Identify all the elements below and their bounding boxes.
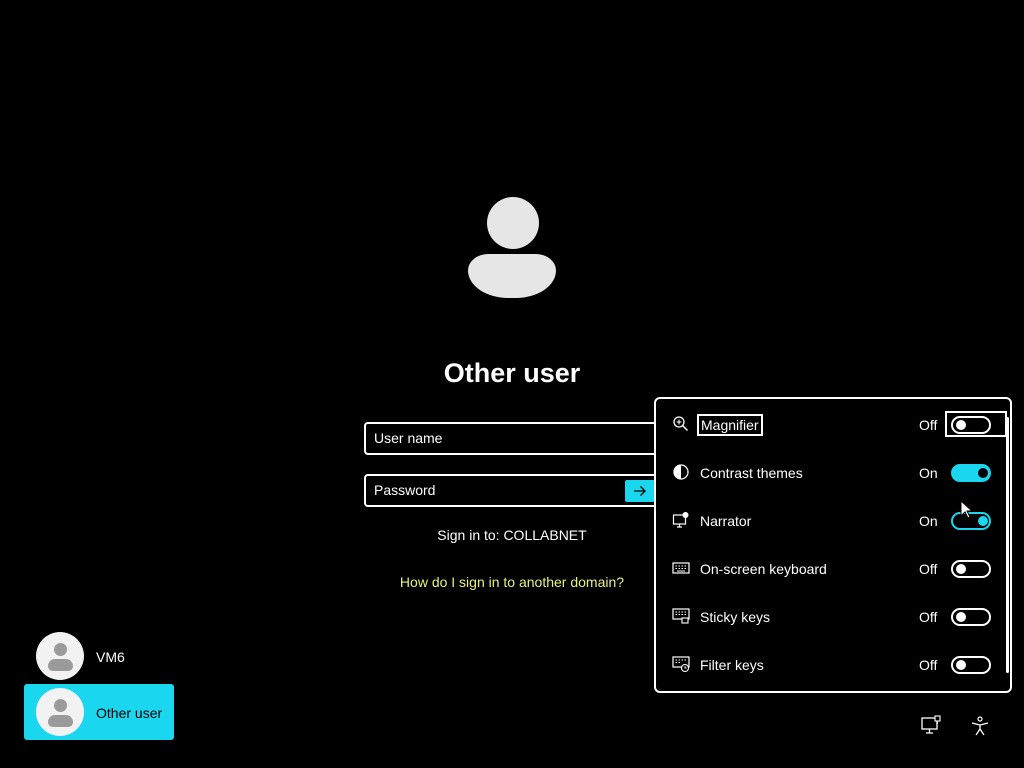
a11y-item-sticky-keys[interactable]: Sticky keys Off: [656, 593, 1010, 641]
a11y-item-state: Off: [919, 561, 938, 577]
contrast-themes-toggle[interactable]: [951, 464, 991, 482]
a11y-item-contrast-themes[interactable]: Contrast themes On: [656, 449, 1010, 497]
filter-keys-icon: [672, 656, 690, 673]
network-icon[interactable]: [920, 715, 942, 737]
password-field[interactable]: Password: [364, 474, 658, 507]
password-placeholder: Password: [374, 482, 436, 498]
arrow-right-icon: [634, 486, 646, 496]
sticky-keys-toggle[interactable]: [951, 608, 991, 626]
user-name: Other user: [96, 705, 163, 721]
contrast-icon: [673, 464, 689, 480]
username-placeholder: User name: [374, 430, 443, 446]
a11y-item-filter-keys[interactable]: Filter keys Off: [656, 641, 1010, 689]
sign-in-domain-text: Sign in to: COLLABNET: [437, 527, 587, 543]
a11y-item-state: On: [919, 513, 938, 529]
avatar: [36, 632, 84, 680]
keyboard-icon: [672, 562, 690, 574]
avatar: [36, 688, 84, 736]
accessibility-icon[interactable]: [969, 715, 991, 737]
a11y-item-magnifier[interactable]: Magnifier Off: [656, 401, 1010, 449]
accessibility-flyout: Magnifier Off Contrast themes On Narrato…: [654, 397, 1012, 693]
mouse-cursor-icon: [960, 500, 974, 519]
a11y-item-label: On-screen keyboard: [700, 561, 827, 577]
a11y-item-label: Narrator: [700, 513, 752, 529]
filter-keys-toggle[interactable]: [951, 656, 991, 674]
lock-screen: Other user User name Password Sign in to…: [0, 0, 1024, 768]
a11y-item-state: Off: [919, 609, 938, 625]
a11y-item-label: Sticky keys: [700, 609, 771, 625]
a11y-item-label: Contrast themes: [700, 465, 803, 481]
a11y-item-state: Off: [919, 657, 938, 673]
page-title: Other user: [443, 358, 581, 388]
user-tile-vm6[interactable]: VM6: [24, 628, 174, 684]
a11y-item-label: Filter keys: [700, 657, 764, 673]
a11y-item-state: On: [919, 465, 938, 481]
on-screen-keyboard-toggle[interactable]: [951, 560, 991, 578]
magnifier-toggle[interactable]: [951, 416, 991, 434]
a11y-item-narrator[interactable]: Narrator On: [656, 497, 1010, 545]
user-avatar: [462, 192, 562, 302]
flyout-scrollbar[interactable]: [1006, 417, 1009, 673]
other-domain-link[interactable]: How do I sign in to another domain?: [362, 574, 662, 590]
submit-button[interactable]: [625, 480, 655, 502]
a11y-item-on-screen-keyboard[interactable]: On-screen keyboard Off: [656, 545, 1010, 593]
a11y-item-label: Magnifier: [697, 414, 763, 436]
user-tile-other-user[interactable]: Other user: [24, 684, 174, 740]
a11y-item-state: Off: [919, 417, 938, 433]
username-field[interactable]: User name: [364, 422, 658, 455]
sticky-keys-icon: [672, 608, 690, 624]
magnifier-icon: [673, 416, 689, 432]
narrator-icon: [672, 512, 689, 528]
user-name: VM6: [96, 649, 125, 665]
